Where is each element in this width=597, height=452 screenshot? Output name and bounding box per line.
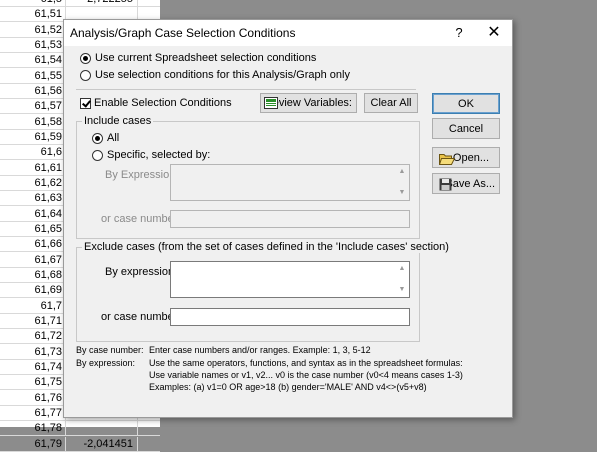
- scroll-down-icon[interactable]: ▼: [396, 284, 408, 296]
- spreadsheet-cell[interactable]: 61,59: [0, 130, 66, 145]
- spreadsheet-cell[interactable]: 61,61: [0, 161, 66, 176]
- spreadsheet-cell[interactable]: 61,5: [0, 0, 66, 7]
- separator-top: [76, 89, 416, 90]
- use-current-radio[interactable]: [80, 53, 91, 64]
- exclude-cases-title: Exclude cases (from the set of cases def…: [82, 241, 451, 253]
- include-specific-label: Specific, selected by:: [107, 149, 211, 161]
- scroll-down-icon[interactable]: ▼: [396, 187, 408, 199]
- review-variables-icon: [264, 97, 278, 109]
- help-expression-line2: Use variable names or v1, v2... v0 is th…: [149, 370, 463, 380]
- spreadsheet-cell[interactable]: 61,52: [0, 23, 66, 38]
- spreadsheet-cell[interactable]: 61,66: [0, 237, 66, 252]
- spreadsheet-cell[interactable]: [138, 437, 160, 452]
- spreadsheet-cell[interactable]: 61,55: [0, 69, 66, 84]
- scroll-up-icon[interactable]: ▲: [396, 263, 408, 275]
- dialog-title: Analysis/Graph Case Selection Conditions: [70, 26, 296, 40]
- use-current-label: Use current Spreadsheet selection condit…: [95, 52, 317, 64]
- spreadsheet-row[interactable]: 61,79 -2,041451: [0, 437, 160, 452]
- spreadsheet-cell[interactable]: 61,58: [0, 115, 66, 130]
- spreadsheet-cell[interactable]: 61,63: [0, 191, 66, 206]
- spreadsheet-cell[interactable]: 61,57: [0, 99, 66, 114]
- spreadsheet-cell[interactable]: 61,74: [0, 360, 66, 375]
- spreadsheet-cell[interactable]: 61,65: [0, 222, 66, 237]
- help-case-number-key: By case number:: [76, 345, 144, 355]
- spreadsheet-row[interactable]: 61,78: [0, 421, 160, 436]
- close-button[interactable]: ✕: [482, 22, 506, 44]
- spreadsheet-cell[interactable]: 61,75: [0, 375, 66, 390]
- include-all-radio[interactable]: [92, 133, 103, 144]
- include-specific-radio[interactable]: [92, 150, 103, 161]
- spreadsheet-cell[interactable]: 61,6: [0, 145, 66, 160]
- spreadsheet-cell[interactable]: 61,78: [0, 421, 66, 436]
- help-expression-line1: Use the same operators, functions, and s…: [149, 358, 463, 368]
- exclude-expression-label: By expression:: [105, 266, 178, 278]
- spreadsheet-cell[interactable]: [138, 0, 160, 7]
- spreadsheet-cell[interactable]: [138, 421, 160, 436]
- spreadsheet-cell[interactable]: -2,041451: [66, 437, 138, 452]
- dialog-titlebar: Analysis/Graph Case Selection Conditions…: [64, 20, 512, 46]
- help-expression-key: By expression:: [76, 358, 136, 368]
- exclude-case-number-label: or case number:: [101, 311, 181, 323]
- scroll-up-icon[interactable]: ▲: [396, 166, 408, 178]
- help-expression-line3: Examples: (a) v1=0 OR age>18 (b) gender=…: [149, 382, 427, 392]
- spreadsheet-cell[interactable]: 61,69: [0, 283, 66, 298]
- spreadsheet-cell[interactable]: 61,73: [0, 345, 66, 360]
- spreadsheet-cell[interactable]: 61,53: [0, 38, 66, 53]
- include-all-label: All: [107, 132, 120, 144]
- ok-button[interactable]: OK: [432, 93, 500, 114]
- spreadsheet-cell[interactable]: 61,64: [0, 207, 66, 222]
- clear-all-button[interactable]: Clear All: [364, 93, 418, 113]
- spreadsheet-cell[interactable]: 61,62: [0, 176, 66, 191]
- enable-conditions-label: Enable Selection Conditions: [94, 97, 232, 109]
- spreadsheet-cell[interactable]: 61,67: [0, 253, 66, 268]
- include-case-number-field[interactable]: [170, 210, 410, 228]
- spreadsheet-cell[interactable]: 61,51: [0, 7, 66, 22]
- include-expression-label: By Expression:: [105, 169, 179, 181]
- spreadsheet-cell[interactable]: 61,77: [0, 406, 66, 421]
- cancel-button[interactable]: Cancel: [432, 118, 500, 139]
- spreadsheet-cell[interactable]: 61,79: [0, 437, 66, 452]
- include-cases-title: Include cases: [82, 115, 154, 127]
- spreadsheet-cell[interactable]: 61,54: [0, 53, 66, 68]
- spreadsheet-row[interactable]: 61,5-2,722255: [0, 0, 160, 7]
- help-button[interactable]: ?: [448, 22, 470, 44]
- save-as-button[interactable]: Save As...: [432, 173, 500, 194]
- review-variables-button[interactable]: Review Variables:: [260, 93, 357, 113]
- case-selection-dialog: Analysis/Graph Case Selection Conditions…: [63, 19, 513, 418]
- exclude-case-number-field[interactable]: [170, 308, 410, 326]
- spreadsheet-cell[interactable]: 61,72: [0, 329, 66, 344]
- use-this-only-radio[interactable]: [80, 70, 91, 81]
- spreadsheet-cell[interactable]: [66, 421, 138, 436]
- floppy-disk-icon: [439, 178, 452, 191]
- use-this-only-label: Use selection conditions for this Analys…: [95, 69, 350, 81]
- folder-open-icon: [439, 154, 455, 165]
- exclude-expression-field[interactable]: ▲ ▼: [170, 261, 410, 298]
- save-as-label: Save As...: [445, 178, 495, 190]
- help-case-number-text: Enter case numbers and/or ranges. Exampl…: [149, 345, 371, 355]
- enable-conditions-checkbox[interactable]: [80, 98, 91, 109]
- include-case-number-label: or case number:: [101, 213, 181, 225]
- spreadsheet-cell[interactable]: 61,71: [0, 314, 66, 329]
- spreadsheet-cell[interactable]: 61,7: [0, 299, 66, 314]
- spreadsheet-cell[interactable]: 61,68: [0, 268, 66, 283]
- include-expression-field[interactable]: ▲ ▼: [170, 164, 410, 201]
- spreadsheet-cell[interactable]: 61,56: [0, 84, 66, 99]
- open-button[interactable]: Open...: [432, 147, 500, 168]
- open-label: Open...: [452, 152, 489, 164]
- spreadsheet-cell[interactable]: 61,76: [0, 391, 66, 406]
- spreadsheet-cell[interactable]: -2,722255: [66, 0, 138, 7]
